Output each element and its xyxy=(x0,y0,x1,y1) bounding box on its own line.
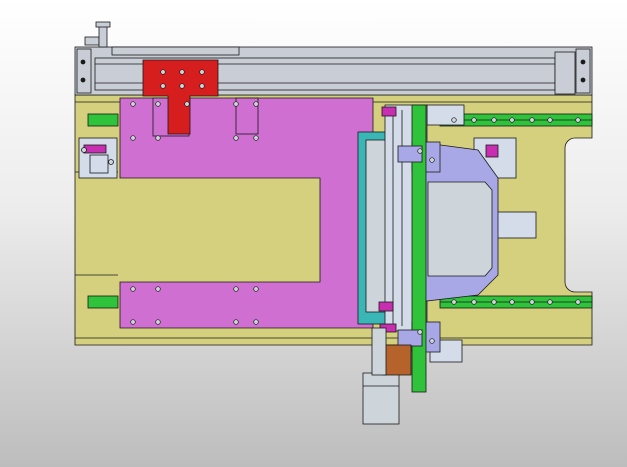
bolt xyxy=(253,286,259,292)
bolt xyxy=(451,299,457,305)
bolt xyxy=(199,83,205,89)
bolt xyxy=(575,117,581,123)
bolt xyxy=(160,83,166,89)
bolt xyxy=(130,319,136,325)
mechanical-assembly-drawing xyxy=(74,21,593,425)
bolt xyxy=(429,338,435,344)
left-sensor-bracket xyxy=(78,137,118,179)
bolt xyxy=(179,83,185,89)
bolt xyxy=(491,299,497,305)
cad-viewport[interactable] xyxy=(0,0,627,467)
bolt xyxy=(155,319,161,325)
bolt xyxy=(155,101,161,107)
bolt xyxy=(509,299,515,305)
bolt xyxy=(199,69,205,75)
bolt xyxy=(547,117,553,123)
bolt xyxy=(253,319,259,325)
bolt xyxy=(417,329,423,335)
bolt xyxy=(575,299,581,305)
bolt xyxy=(491,117,497,123)
bolt xyxy=(529,299,535,305)
bolt xyxy=(253,135,259,141)
bolt xyxy=(529,117,535,123)
bolt xyxy=(547,299,553,305)
bolt xyxy=(471,117,477,123)
bolt xyxy=(233,101,239,107)
bolt xyxy=(179,69,185,75)
bolt xyxy=(155,135,161,141)
bolt xyxy=(429,157,435,163)
bolt xyxy=(130,286,136,292)
bolt xyxy=(417,148,423,154)
bolt xyxy=(471,299,477,305)
bolt xyxy=(451,117,457,123)
bolt xyxy=(509,117,515,123)
bolt xyxy=(160,69,166,75)
bolt xyxy=(130,135,136,141)
bolt xyxy=(184,101,190,107)
bolt xyxy=(155,286,161,292)
bolt xyxy=(130,101,136,107)
bolt xyxy=(233,319,239,325)
air-fitting xyxy=(84,21,111,48)
bolt xyxy=(233,135,239,141)
bolt xyxy=(233,286,239,292)
bolt xyxy=(253,101,259,107)
